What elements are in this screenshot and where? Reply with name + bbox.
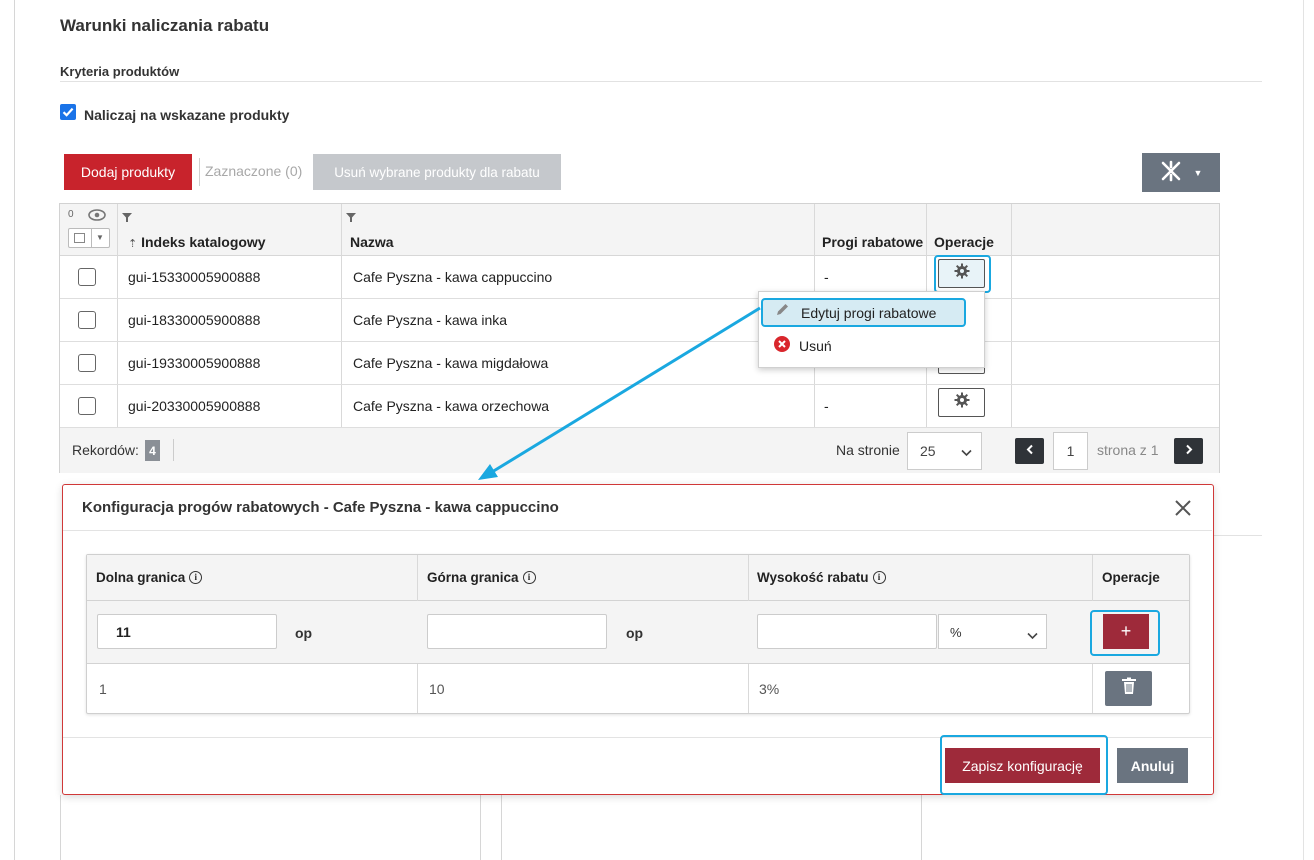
page-right-border <box>1303 0 1304 860</box>
chevron-left-icon <box>1026 442 1034 460</box>
apply-products-label: Naliczaj na wskazane produkty <box>84 107 290 123</box>
column-header-operations: Operacje <box>934 234 994 250</box>
toolbar-separator <box>199 158 200 186</box>
section-title: Warunki naliczania rabatu <box>60 16 270 35</box>
add-products-button[interactable]: Dodaj produkty <box>64 154 192 190</box>
chevron-down-icon <box>961 444 972 462</box>
visible-columns-count: 0 <box>68 209 74 220</box>
row-index: gui-20330005900888 <box>128 398 261 414</box>
close-icon[interactable] <box>1174 499 1192 522</box>
column-header-lower: Dolna granica i <box>96 570 203 585</box>
row-checkbox[interactable] <box>78 397 96 415</box>
apply-products-checkbox[interactable] <box>60 104 76 120</box>
chevron-down-icon <box>1027 627 1038 645</box>
row-name: Cafe Pyszna - kawa cappuccino <box>353 269 553 285</box>
delete-threshold-button[interactable] <box>1105 671 1152 706</box>
next-page-button[interactable] <box>1174 438 1203 464</box>
subsection-title: Kryteria produktów <box>60 64 180 79</box>
upper-bound-input[interactable] <box>427 614 607 649</box>
row-context-menu: Edytuj progi rabatowe Usuń <box>758 291 985 368</box>
records-count-badge: 4 <box>145 440 160 461</box>
row-thresholds: - <box>824 269 829 285</box>
threshold-table-header: Dolna granica i Górna granica i Wysokość r… <box>87 555 1189 601</box>
info-icon[interactable]: i <box>872 571 886 584</box>
gear-icon <box>954 392 970 413</box>
modal-title: Konfiguracja progów rabatowych - Cafe Py… <box>82 499 559 516</box>
per-page-label: Na stronie <box>836 442 900 458</box>
row-index: gui-19330005900888 <box>128 355 261 371</box>
add-threshold-button[interactable]: + <box>1103 614 1149 649</box>
page-number-input[interactable]: 1 <box>1053 432 1088 470</box>
threshold-config-modal: Konfiguracja progów rabatowych - Cafe Py… <box>62 484 1214 795</box>
save-config-button[interactable]: Zapisz konfigurację <box>945 748 1100 783</box>
row-amount: 3% <box>759 681 780 697</box>
eye-icon[interactable] <box>88 208 106 226</box>
remove-selected-button[interactable]: Usuń wybrane produkty dla rabatu <box>313 154 561 190</box>
row-lower: 1 <box>99 681 107 697</box>
filter-icon[interactable] <box>122 209 132 227</box>
sort-ascending-icon: ⇡ <box>128 238 138 250</box>
chevron-right-icon <box>1185 442 1193 460</box>
row-thresholds: - <box>824 398 829 414</box>
discount-amount-input[interactable] <box>757 614 937 649</box>
select-all-icon <box>74 233 85 243</box>
column-header-thresholds[interactable]: Progi rabatowe <box>822 234 923 250</box>
row-index: gui-18330005900888 <box>128 312 261 328</box>
delete-circle-icon <box>774 336 790 352</box>
selected-count-label: Zaznaczone (0) <box>205 163 303 179</box>
page-left-border <box>14 0 15 860</box>
upper-unit-label: op <box>626 625 644 641</box>
threshold-form-row: 11 op op % + <box>87 601 1189 664</box>
per-page-select[interactable]: 25 <box>907 432 982 470</box>
column-header-upper: Górna granica i <box>427 570 536 585</box>
trash-icon <box>1121 677 1137 700</box>
pencil-icon <box>774 302 790 323</box>
row-checkbox[interactable] <box>78 354 96 372</box>
row-upper: 10 <box>429 681 445 697</box>
column-header-index[interactable]: ⇡ Indeks katalogowy <box>128 234 266 250</box>
products-table-header: 0 ▼ ⇡ Indeks katalogowy Nazwa Progi raba… <box>60 204 1219 256</box>
tools-dropdown-button[interactable]: ▼ <box>1142 153 1220 192</box>
cancel-button[interactable]: Anuluj <box>1117 748 1188 783</box>
info-icon[interactable]: i <box>189 571 203 584</box>
lower-unit-label: op <box>295 625 313 641</box>
records-label: Rekordów: <box>72 442 139 458</box>
prev-page-button[interactable] <box>1015 438 1044 464</box>
menu-item-edit-thresholds[interactable]: Edytuj progi rabatowe <box>761 298 966 327</box>
row-checkbox[interactable] <box>78 268 96 286</box>
table-row: 1 10 3% <box>87 664 1189 713</box>
filter-icon[interactable] <box>346 209 356 227</box>
threshold-table: Dolna granica i Górna granica i Wysokość r… <box>86 554 1190 714</box>
subsection-divider <box>60 81 1262 82</box>
chevron-down-icon: ▼ <box>96 233 104 242</box>
column-header-amount: Wysokość rabatu i <box>757 570 886 585</box>
column-header-operations: Operacje <box>1102 570 1160 585</box>
lower-bound-input[interactable]: 11 <box>97 614 277 649</box>
row-index: gui-15330005900888 <box>128 269 261 285</box>
discount-type-select[interactable]: % <box>938 614 1047 649</box>
select-all-dropdown[interactable]: ▼ <box>68 228 110 248</box>
tools-icon <box>1160 160 1182 185</box>
table-row: gui-15330005900888 Cafe Pyszna - kawa ca… <box>60 256 1219 299</box>
page-of-label: strona z 1 <box>1097 442 1159 458</box>
row-checkbox[interactable] <box>78 311 96 329</box>
row-operations-button[interactable] <box>938 388 985 417</box>
gear-button-highlight <box>934 255 991 293</box>
column-header-name[interactable]: Nazwa <box>350 234 394 250</box>
annotation-arrow <box>478 306 761 480</box>
chevron-down-icon: ▼ <box>1193 167 1203 178</box>
info-icon[interactable]: i <box>522 571 536 584</box>
menu-item-delete[interactable]: Usuń <box>761 334 966 360</box>
